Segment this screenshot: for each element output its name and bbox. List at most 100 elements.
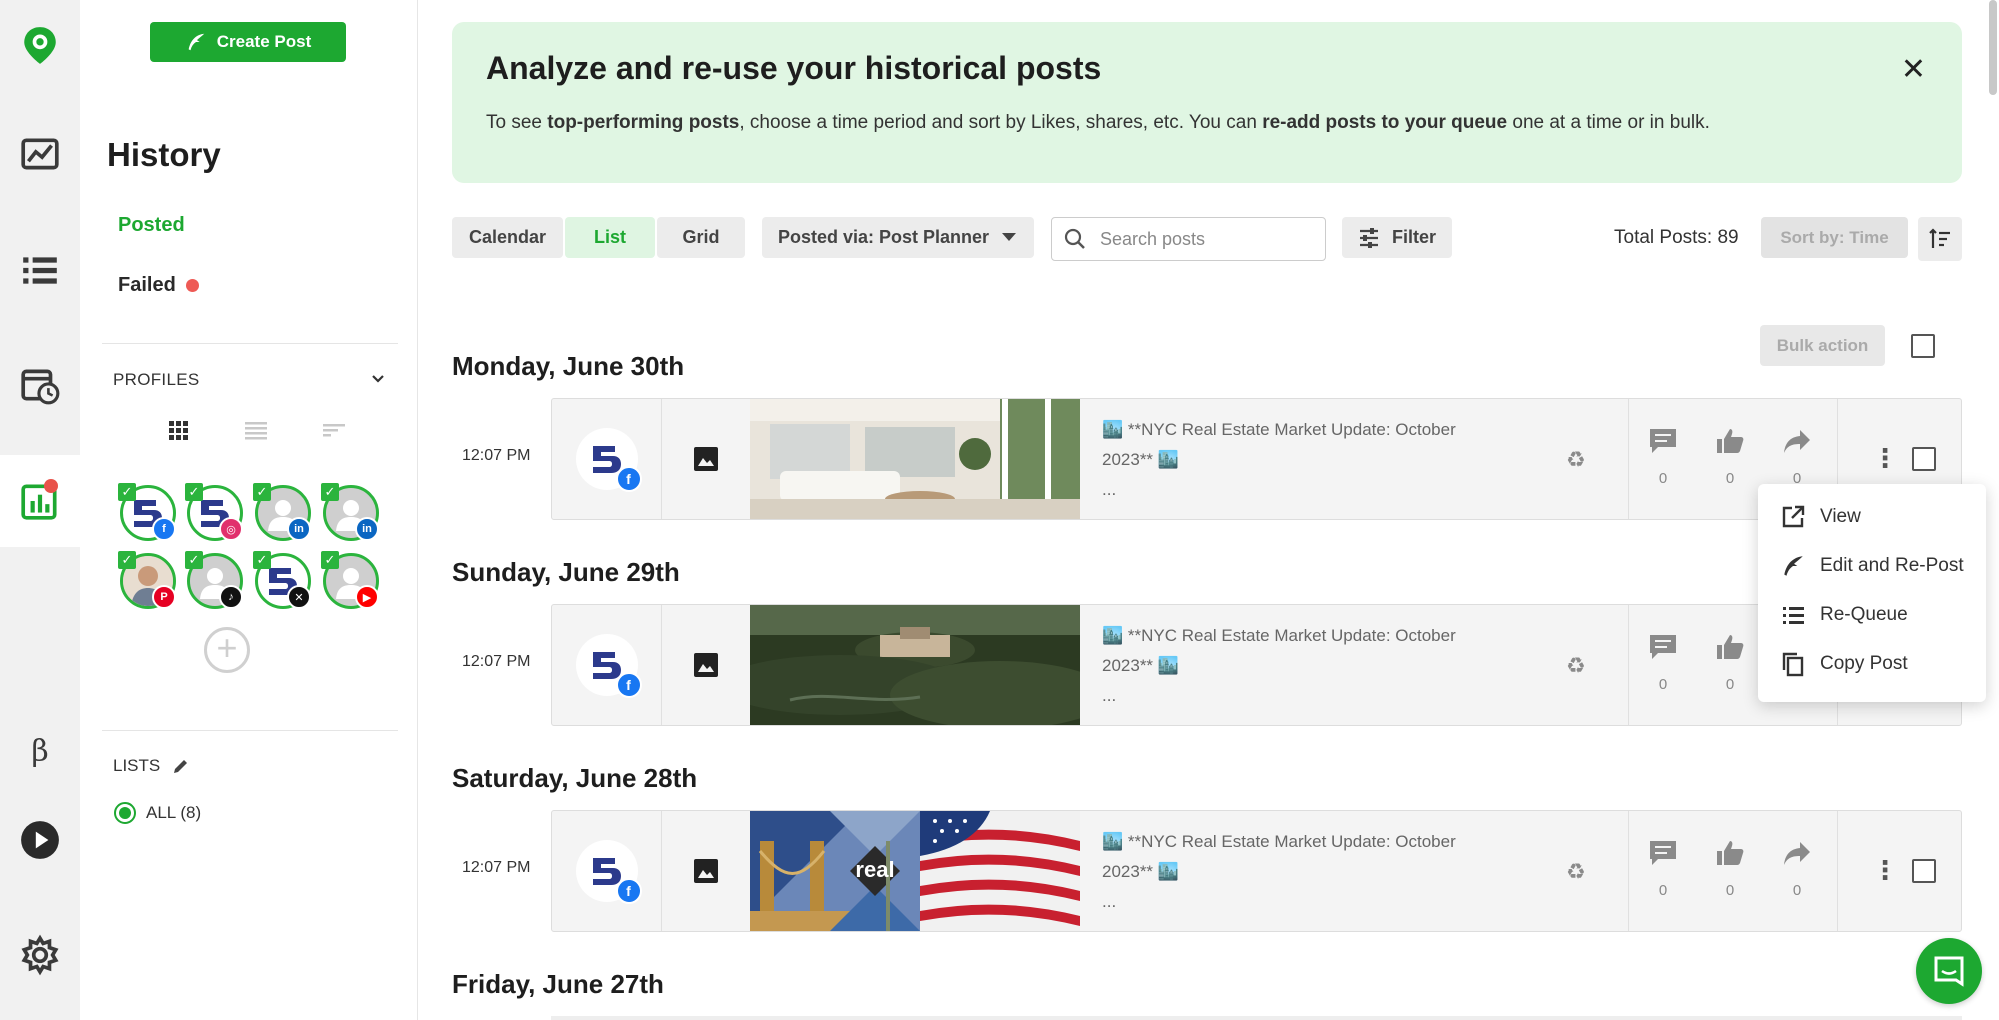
recycle-icon[interactable]: ♻ (1566, 859, 1586, 885)
post-select-checkbox[interactable] (1912, 447, 1936, 471)
queue-list-icon (1783, 607, 1804, 624)
banner-text-part: , choose a time period and sort by Likes… (739, 112, 1263, 133)
post-text: 🏙️ **NYC Real Estate Market Update: Octo… (1102, 827, 1522, 917)
menu-item-copy-post[interactable]: Copy Post (1780, 649, 1908, 679)
compact-view-icon[interactable] (323, 420, 345, 445)
post-stats: 0 0 0 (1628, 811, 1838, 931)
day-heading: Sunday, June 29th (452, 557, 680, 587)
caret-down-icon (1002, 233, 1016, 241)
sort-direction-button[interactable] (1918, 217, 1962, 261)
analytics-image-icon[interactable] (0, 110, 80, 200)
menu-item-view[interactable]: View (1780, 502, 1861, 532)
post-context-menu: View Edit and Re-Post Re-Queue Copy Post (1758, 484, 1986, 702)
post-text-line: 2023** 🏙️ (1102, 450, 1179, 469)
likes-count: 0 (1725, 470, 1735, 487)
sort-by-button[interactable]: Sort by: Time (1761, 217, 1908, 258)
list-view-icon[interactable] (245, 420, 267, 445)
post-image-thumbnail[interactable] (750, 605, 1080, 725)
banner-text-bold: top-performing posts (547, 112, 740, 133)
banner-title: Analyze and re-use your historical posts (486, 50, 1102, 86)
likes-stat: 0 (1710, 839, 1750, 899)
posted-via-label: Posted via: Post Planner (778, 227, 990, 247)
filter-button[interactable]: Filter (1342, 217, 1452, 258)
selected-check-icon: ✓ (118, 483, 136, 501)
edit-pencil-icon[interactable] (172, 757, 190, 775)
comment-icon (1650, 429, 1676, 453)
grid-view-icon[interactable] (168, 420, 188, 445)
list-all-radio[interactable]: ALL (8) (114, 802, 201, 824)
calendar-clock-icon[interactable] (0, 340, 80, 430)
post-select-checkbox[interactable] (1912, 859, 1936, 883)
profile-facebook[interactable]: ✓ f (118, 483, 178, 543)
posted-via-dropdown[interactable]: Posted via: Post Planner (762, 217, 1034, 258)
lists-section-label: LISTS (113, 756, 161, 775)
failed-filter-link[interactable]: Failed (118, 274, 199, 297)
close-icon[interactable]: ✕ (1901, 52, 1926, 87)
calendar-view-tab[interactable]: Calendar (452, 217, 563, 258)
shares-stat: 0 (1777, 839, 1817, 899)
more-options-icon[interactable]: ⋮ (1872, 443, 1898, 474)
logo-icon[interactable] (0, 0, 80, 90)
banner-text-part: one at a time or in bulk. (1507, 112, 1710, 133)
settings-gear-icon[interactable] (0, 910, 80, 1000)
feather-icon (188, 33, 204, 51)
add-profile-button[interactable]: + (204, 627, 250, 673)
next-post-row-edge (551, 1016, 1962, 1020)
profiles-section-label: PROFILES (113, 370, 200, 389)
history-chart-icon[interactable] (0, 455, 80, 547)
linkedin-icon: in (355, 517, 379, 541)
chevron-down-icon[interactable] (370, 371, 386, 387)
profile-pinterest[interactable]: ✓ P (118, 551, 178, 611)
recycle-icon[interactable]: ♻ (1566, 653, 1586, 679)
comments-count: 0 (1658, 470, 1668, 487)
menu-item-edit-repost[interactable]: Edit and Re-Post (1780, 551, 1964, 581)
posted-filter-link[interactable]: Posted (118, 214, 185, 237)
grid-view-tab[interactable]: Grid (657, 217, 745, 258)
profile-instagram[interactable]: ✓ ◎ (185, 483, 245, 543)
profile-linkedin-1[interactable]: ✓ in (253, 483, 313, 543)
post-image-thumbnail[interactable] (750, 399, 1080, 519)
more-options-icon[interactable]: ⋮ (1872, 855, 1898, 886)
comment-icon (1650, 635, 1676, 659)
likes-count: 0 (1725, 882, 1735, 899)
image-type-icon (662, 605, 750, 725)
play-video-icon[interactable] (0, 795, 80, 885)
search-input[interactable] (1100, 228, 1300, 250)
page-scrollbar[interactable] (1989, 0, 1997, 95)
thumbs-up-icon (1717, 429, 1744, 453)
post-image-thumbnail[interactable]: real (750, 811, 1080, 931)
post-text-line: 🏙️ **NYC Real Estate Market Update: Octo… (1102, 832, 1456, 851)
post-text-line: ... (1102, 480, 1117, 499)
chat-icon (1934, 956, 1964, 987)
filter-label: Filter (1391, 227, 1436, 247)
total-posts-count: Total Posts: 89 (1614, 227, 1739, 248)
post-text-line: 2023** 🏙️ (1102, 862, 1179, 881)
post-text-line: 2023** 🏙️ (1102, 656, 1179, 675)
profile-view-toggles (168, 420, 368, 444)
create-post-button[interactable]: Create Post (150, 22, 346, 62)
likes-stat: 0 (1710, 633, 1750, 693)
copy-icon (1782, 652, 1804, 677)
recycle-icon[interactable]: ♻ (1566, 447, 1586, 473)
thumbnail-logo-text: real (855, 857, 894, 882)
external-link-icon (1782, 505, 1805, 528)
bulk-action-button[interactable]: Bulk action (1760, 325, 1885, 366)
divider (102, 730, 398, 731)
image-type-icon (662, 811, 750, 931)
profile-linkedin-2[interactable]: ✓ in (321, 483, 381, 543)
list-view-tab[interactable]: List (565, 217, 655, 258)
left-rail: β (0, 0, 80, 1020)
likes-count: 0 (1725, 676, 1735, 693)
comments-stat: 0 (1643, 633, 1683, 693)
beta-icon[interactable]: β (0, 706, 80, 796)
profile-x[interactable]: ✓ ✕ (253, 551, 313, 611)
selected-check-icon: ✓ (185, 483, 203, 501)
profile-youtube[interactable]: ✓ ▶ (321, 551, 381, 611)
queue-list-icon[interactable] (0, 225, 80, 315)
profile-tiktok[interactable]: ✓ ♪ (185, 551, 245, 611)
youtube-icon: ▶ (355, 585, 379, 609)
menu-item-requeue[interactable]: Re-Queue (1780, 600, 1908, 630)
chat-support-button[interactable] (1916, 938, 1982, 1004)
search-box[interactable] (1051, 217, 1326, 261)
select-all-checkbox[interactable] (1911, 334, 1935, 358)
